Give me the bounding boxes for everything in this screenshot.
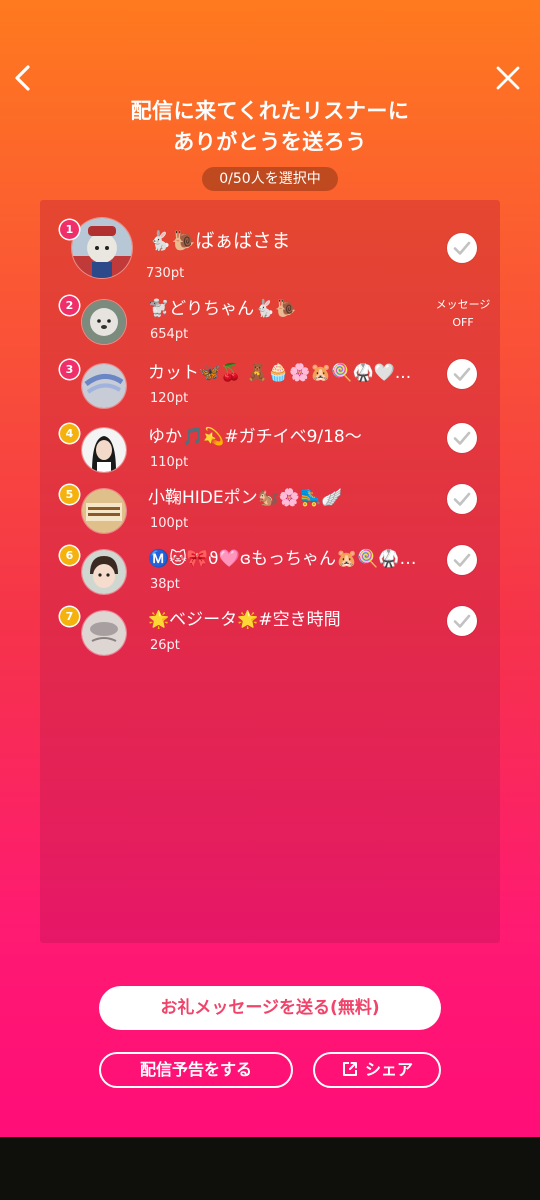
avatar [82, 489, 126, 533]
listener-row[interactable]: 5 小鞠HIDEポン🐿️🌸🛼🪽 100pt [40, 484, 500, 545]
avatar [82, 611, 126, 655]
title-line-1: 配信に来てくれたリスナーに [130, 99, 410, 123]
listener-row[interactable]: 4 ゆか🎵💫#ガチイベ9/18〜 110pt [40, 423, 500, 484]
chevron-left-icon[interactable] [8, 62, 40, 94]
listener-points: 654pt [150, 327, 189, 342]
listener-name: Ⓜ️🐱🎀ϑ🩷ɞもっちゃん🐹🍭🥋❄️... [148, 549, 420, 569]
rank-badge: 5 [60, 485, 79, 504]
broadcast-notice-button[interactable]: 配信予告をする [99, 1052, 293, 1088]
share-button[interactable]: シェア [313, 1052, 441, 1088]
checkmark-icon[interactable] [447, 606, 477, 636]
rank-badge: 4 [60, 424, 79, 443]
share-icon [342, 1061, 357, 1076]
listener-list: 1 🐇🐌ばぁばさま 730pt 2 🐩どりちゃん🐇🐌 654pt メッセージ O… [40, 200, 500, 943]
avatar [82, 300, 126, 344]
title-line-2: ありがとうを送ろう [173, 130, 367, 154]
avatar [72, 218, 132, 278]
listener-row[interactable]: 6 Ⓜ️🐱🎀ϑ🩷ɞもっちゃん🐹🍭🥋❄️... 38pt [40, 545, 500, 606]
avatar [82, 550, 126, 594]
listener-row[interactable]: 7 🌟ベジータ🌟#空き時間 26pt [40, 606, 500, 667]
thanks-screen: 配信に来てくれたリスナーに ありがとうを送ろう 0/50人を選択中 1 🐇🐌ばぁ… [0, 0, 540, 1137]
rank-badge: 7 [60, 607, 79, 626]
listener-name: ゆか🎵💫#ガチイベ9/18〜 [148, 427, 362, 447]
listener-points: 26pt [150, 638, 180, 653]
listener-points: 100pt [150, 516, 189, 531]
listener-name: 🐇🐌ばぁばさま [148, 230, 291, 252]
page-title: 配信に来てくれたリスナーに ありがとうを送ろう [0, 96, 540, 158]
message-off-label: メッセージ OFF [435, 298, 491, 329]
avatar [82, 428, 126, 472]
listener-points: 730pt [146, 266, 185, 281]
selection-count-badge: 0/50人を選択中 [202, 167, 338, 191]
listener-row[interactable]: 2 🐩どりちゃん🐇🐌 654pt メッセージ OFF [40, 296, 500, 356]
avatar [82, 364, 126, 408]
send-thanks-button[interactable]: お礼メッセージを送る(無料) [99, 986, 441, 1030]
listener-name: カット🦋🍒 🧸🧁🌸🐹🍭🥋🤍... [148, 363, 412, 383]
rank-badge: 3 [60, 360, 79, 379]
system-navigation-bar [0, 1137, 540, 1200]
listener-name: 小鞠HIDEポン🐿️🌸🛼🪽 [148, 488, 343, 508]
checkmark-icon[interactable] [447, 359, 477, 389]
close-icon[interactable] [492, 62, 524, 94]
listener-points: 110pt [150, 455, 189, 470]
listener-name: 🐩どりちゃん🐇🐌 [148, 299, 297, 319]
checkmark-icon[interactable] [447, 545, 477, 575]
rank-badge: 6 [60, 546, 79, 565]
share-label: シェア [364, 1060, 413, 1079]
listener-points: 38pt [150, 577, 180, 592]
listener-row[interactable]: 3 カット🦋🍒 🧸🧁🌸🐹🍭🥋🤍... 120pt [40, 359, 500, 420]
checkmark-icon[interactable] [447, 484, 477, 514]
rank-badge: 1 [60, 220, 79, 239]
rank-badge: 2 [60, 296, 79, 315]
listener-name: 🌟ベジータ🌟#空き時間 [148, 610, 341, 630]
checkmark-icon[interactable] [447, 423, 477, 453]
listener-points: 120pt [150, 391, 189, 406]
listener-row[interactable]: 1 🐇🐌ばぁばさま 730pt [40, 218, 500, 292]
checkmark-icon[interactable] [447, 233, 477, 263]
